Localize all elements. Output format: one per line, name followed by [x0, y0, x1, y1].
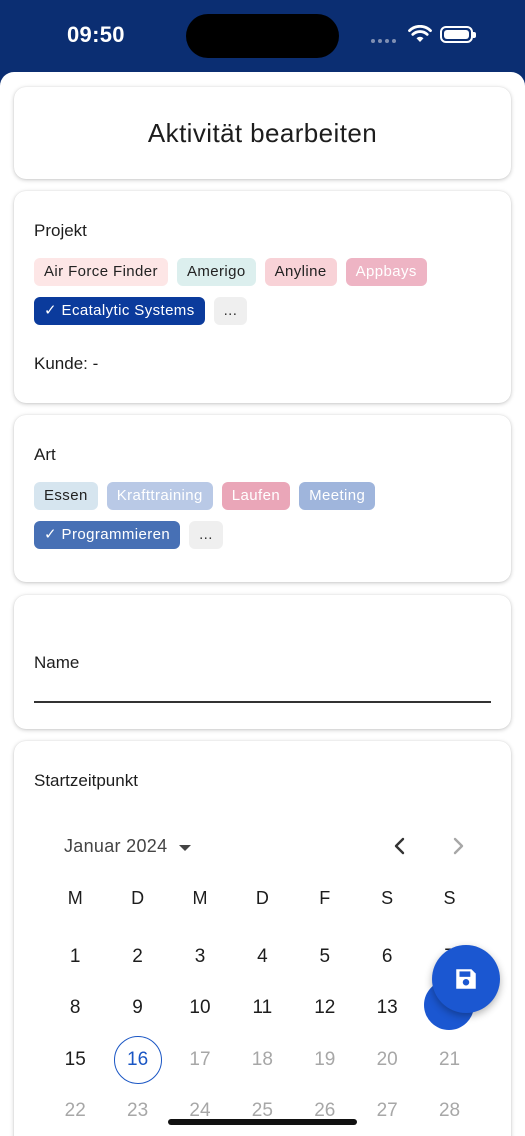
weekday-label: M: [67, 888, 83, 908]
page-title: Aktivität bearbeiten: [147, 117, 378, 148]
save-icon: [456, 969, 476, 989]
chevron-right-icon[interactable]: [448, 834, 468, 858]
calendar-day[interactable]: 2: [106, 931, 168, 983]
calendar-day[interactable]: 10: [169, 983, 231, 1035]
wifi-icon: [408, 25, 432, 42]
calendar-day-number: 9: [132, 997, 143, 1019]
calendar-day-number: 19: [314, 1048, 336, 1070]
calendar-day-number: 16: [113, 1035, 162, 1084]
calendar-day: 27: [356, 1086, 418, 1136]
calendar-day-number: 21: [438, 1048, 461, 1070]
calendar-day-number: 1: [69, 945, 81, 967]
calendar-days: 1234567891011121314151617181920212223242…: [44, 931, 481, 1136]
title-card: Aktivität bearbeiten: [14, 87, 511, 179]
calendar-day-number: 22: [64, 1100, 86, 1122]
name-field-label: Name: [34, 653, 80, 672]
chip[interactable]: Laufen: [221, 482, 291, 510]
calendar-day: 23: [106, 1086, 168, 1136]
projekt-chip-list: Air Force Finder Amerigo Anyline Appbays ✓ E…: [34, 258, 494, 325]
calendar-day-number: 5: [319, 945, 331, 967]
calendar-day-number: 15: [64, 1048, 86, 1070]
art-label: Art: [34, 445, 56, 464]
calendar-day-today[interactable]: 16: [106, 1034, 168, 1086]
calendar-day[interactable]: 12: [294, 983, 356, 1035]
kunde-text: Kunde: -: [34, 354, 99, 373]
chip[interactable]: Air Force Finder: [34, 258, 168, 286]
calendar-day: 22: [44, 1086, 106, 1136]
calendar-day-number: 12: [314, 997, 336, 1019]
calendar-day-number: 20: [376, 1048, 398, 1070]
month-selector[interactable]: Januar 2024: [64, 836, 192, 857]
weekday-label: S: [381, 888, 394, 908]
startzeitpunkt-card: Startzeitpunkt Januar 2024 MDMDFSS 12345…: [14, 741, 511, 1136]
chip[interactable]: ✓ Programmieren: [34, 521, 181, 549]
weekday-label: M: [192, 888, 208, 908]
more-chip[interactable]: ...: [189, 521, 223, 549]
calendar-day: 19: [294, 1034, 356, 1086]
chip[interactable]: Appbays: [345, 258, 427, 286]
calendar-day-number: 8: [69, 997, 81, 1019]
name-card: Name: [14, 595, 511, 729]
projekt-card: Projekt Air Force Finder Amerigo Anyline Ap…: [14, 191, 511, 403]
calendar-day: 17: [169, 1034, 231, 1086]
dropdown-caret-icon: [179, 844, 192, 851]
calendar-day[interactable]: 1: [44, 931, 106, 983]
calendar-day-number: 28: [438, 1100, 461, 1122]
calendar-day[interactable]: 8: [44, 983, 106, 1035]
status-time: 09:50: [67, 22, 125, 47]
calendar-day[interactable]: 5: [294, 931, 356, 983]
chip[interactable]: Krafttraining: [106, 482, 213, 510]
calendar-day-number: 13: [376, 997, 398, 1019]
calendar-day-number: 2: [132, 945, 143, 967]
calendar-day[interactable]: 9: [106, 983, 168, 1035]
calendar-day-number: 27: [376, 1100, 398, 1122]
calendar-day[interactable]: 11: [231, 983, 293, 1035]
calendar-day: 21: [418, 1034, 480, 1086]
calendar-day-number: 4: [257, 945, 268, 967]
calendar-day-number: 17: [189, 1048, 211, 1070]
calendar-day[interactable]: 6: [356, 931, 418, 983]
art-card: Art Essen Krafttraining Laufen Meeting ✓ Pro…: [14, 415, 511, 582]
startzeitpunkt-label: Startzeitpunkt: [34, 771, 138, 790]
calendar-day: 25: [231, 1086, 293, 1136]
calendar-day-number: 10: [189, 997, 211, 1019]
cellular-signal-icon: [371, 39, 396, 43]
weekday-header: MDMDFSS: [44, 888, 481, 909]
chip[interactable]: Meeting: [299, 482, 376, 510]
calendar-day[interactable]: 3: [169, 931, 231, 983]
calendar-day-number: 11: [252, 997, 273, 1019]
calendar-day-number: 18: [251, 1048, 273, 1070]
calendar-day-number: 3: [194, 945, 206, 967]
calendar-day-number: 6: [381, 945, 393, 967]
weekday-label: F: [319, 888, 331, 908]
calendar-day[interactable]: 15: [44, 1034, 106, 1086]
calendar-day[interactable]: 13: [356, 983, 418, 1035]
battery-icon: [440, 26, 476, 43]
home-indicator: [168, 1119, 357, 1125]
weekday-label: D: [131, 888, 145, 908]
calendar-day: 18: [231, 1034, 293, 1086]
month-label: Januar 2024: [64, 836, 168, 856]
status-bar: 09:50: [0, 0, 525, 74]
chip[interactable]: Anyline: [264, 258, 337, 286]
save-button[interactable]: [432, 945, 500, 1013]
chevron-left-icon[interactable]: [390, 834, 410, 858]
calendar-day: 24: [169, 1086, 231, 1136]
calendar-day: 20: [356, 1034, 418, 1086]
art-chip-list: Essen Krafttraining Laufen Meeting ✓ Program…: [34, 482, 494, 549]
calendar-day: 28: [418, 1086, 480, 1136]
chip[interactable]: ✓ Ecatalytic Systems: [34, 297, 205, 325]
weekday-label: S: [443, 888, 456, 908]
calendar-day-number: 23: [127, 1100, 149, 1122]
weekday-label: D: [255, 888, 269, 908]
projekt-label: Projekt: [34, 221, 87, 240]
more-chip[interactable]: ...: [213, 297, 248, 325]
chip[interactable]: Amerigo: [176, 258, 256, 286]
chip[interactable]: Essen: [34, 482, 98, 510]
calendar-day: 26: [294, 1086, 356, 1136]
name-field[interactable]: [34, 701, 491, 703]
dynamic-island: [186, 14, 339, 58]
calendar-day[interactable]: 4: [231, 931, 293, 983]
